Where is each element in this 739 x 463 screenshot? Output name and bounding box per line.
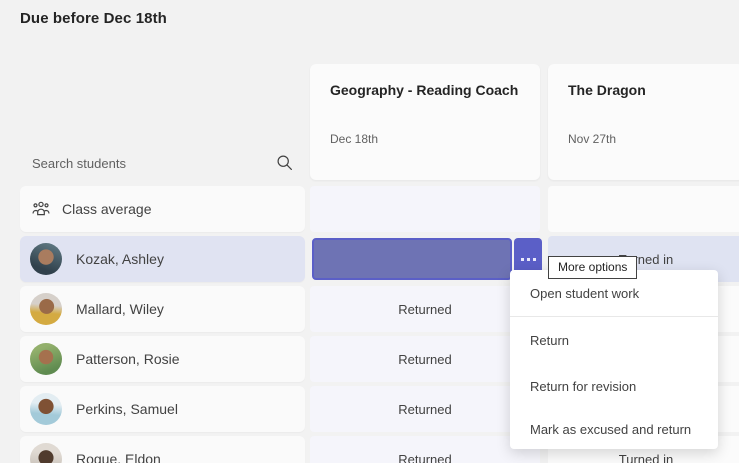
page-title: Due before Dec 18th (20, 10, 167, 27)
assignment-title: Geography - Reading Coach (330, 82, 519, 98)
student-name: Kozak, Ashley (76, 251, 164, 267)
assignment-due-date: Dec 18th (330, 132, 379, 146)
student-row-header[interactable]: Rogue, Eldon (20, 436, 305, 463)
menu-item-return-for-revision[interactable]: Return for revision (510, 363, 718, 409)
table-row-class-average: Class average (0, 186, 739, 232)
avatar (30, 343, 62, 375)
assignment-header-geography[interactable]: Geography - Reading Coach Dec 18th (310, 64, 540, 180)
grade-cell[interactable]: Returned (310, 386, 540, 432)
more-options-tooltip: More options (548, 256, 638, 279)
grade-cell[interactable]: Returned (310, 436, 540, 463)
student-row-header[interactable]: Mallard, Wiley (20, 286, 305, 332)
assignment-header-the-dragon[interactable]: The Dragon Nov 27th (548, 64, 739, 180)
avatar (30, 293, 62, 325)
student-row-header[interactable]: Perkins, Samuel (20, 386, 305, 432)
student-name: Perkins, Samuel (76, 401, 178, 417)
search-students (20, 146, 305, 180)
class-average-row-header[interactable]: Class average (20, 186, 305, 232)
more-options-icon (520, 257, 536, 261)
avatar (30, 443, 62, 463)
grade-cell[interactable] (548, 186, 739, 232)
menu-item-return[interactable]: Return (510, 317, 718, 363)
student-row-header[interactable]: Patterson, Rosie (20, 336, 305, 382)
people-community-icon (32, 201, 50, 217)
search-icon (276, 154, 293, 171)
grade-cell-selected-wrap (310, 236, 542, 282)
grade-cell[interactable] (310, 186, 540, 232)
assignment-due-date: Nov 27th (568, 132, 617, 146)
grade-cell[interactable]: Returned (310, 286, 540, 332)
avatar (30, 393, 62, 425)
selected-grade-cell[interactable] (312, 238, 512, 280)
student-name: Rogue, Eldon (76, 451, 161, 463)
assignment-title: The Dragon (568, 82, 646, 98)
search-input[interactable] (20, 146, 305, 180)
grades-grid-page: Due before Dec 18th Geography - Reading … (0, 0, 739, 463)
student-row-header[interactable]: Kozak, Ashley (20, 236, 305, 282)
context-menu: Open student work Return Return for revi… (510, 270, 718, 449)
avatar (30, 243, 62, 275)
student-name: Patterson, Rosie (76, 351, 180, 367)
grade-cell[interactable]: Returned (310, 336, 540, 382)
student-name: Mallard, Wiley (76, 301, 164, 317)
row-label: Class average (62, 201, 152, 217)
menu-item-mark-as-excused-and-return[interactable]: Mark as excused and return (510, 409, 718, 449)
